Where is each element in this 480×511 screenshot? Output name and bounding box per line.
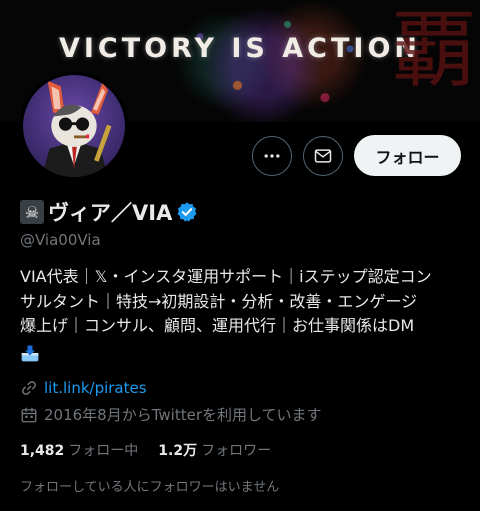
verified-badge-icon[interactable] xyxy=(176,201,198,223)
followers-label: フォロワー xyxy=(201,443,272,459)
follow-stats: 1,482 フォロー中 1.2万 フォロワー xyxy=(20,440,271,460)
link-icon xyxy=(22,381,36,395)
bio-line: VIA代表｜𝕏・インスタ運用サポート｜iステップ認定コン xyxy=(20,267,432,286)
more-horizontal-icon xyxy=(264,154,280,158)
joined-date: 2016年8月からTwitterを利用しています xyxy=(44,406,322,424)
display-name: ヴィア／VIA xyxy=(48,201,173,225)
following-label: フォロー中 xyxy=(68,443,139,459)
profile-link[interactable]: lit.link/pirates xyxy=(44,379,147,397)
user-handle: @Via00Via xyxy=(20,231,101,249)
calendar-icon xyxy=(21,407,37,422)
skull-crossbones-icon: ☠ xyxy=(20,200,44,224)
followed-by-text: フォローしている人にフォロワーはいません xyxy=(20,480,280,495)
avatar[interactable] xyxy=(20,72,128,180)
followers-count: 1.2万 xyxy=(158,443,198,459)
mail-icon xyxy=(314,149,332,163)
more-options-button[interactable] xyxy=(252,136,292,176)
rabbit-avatar-icon xyxy=(41,80,112,177)
display-name-row: ☠ ヴィア／VIA xyxy=(20,197,198,227)
bio-line: 爆上げ｜コンサル、顧問、運用代行｜お仕事関係はDM xyxy=(20,316,415,335)
profile-link-row: lit.link/pirates xyxy=(20,379,147,397)
followers-stat[interactable]: 1.2万 フォロワー xyxy=(158,440,271,460)
joined-date-row: 2016年8月からTwitterを利用しています xyxy=(20,404,322,425)
following-stat[interactable]: 1,482 フォロー中 xyxy=(20,440,138,460)
profile-bio: VIA代表｜𝕏・インスタ運用サポート｜iステップ認定コン サルタント｜特技→初期… xyxy=(20,265,460,370)
bio-line: サルタント｜特技→初期設計・分析・改善・エンゲージ xyxy=(20,291,418,311)
following-count: 1,482 xyxy=(20,443,65,459)
follow-button[interactable]: フォロー xyxy=(354,135,461,176)
banner-kanji: 覇 xyxy=(391,1,476,99)
inbox-tray-icon xyxy=(21,345,39,361)
message-button[interactable] xyxy=(303,136,343,176)
